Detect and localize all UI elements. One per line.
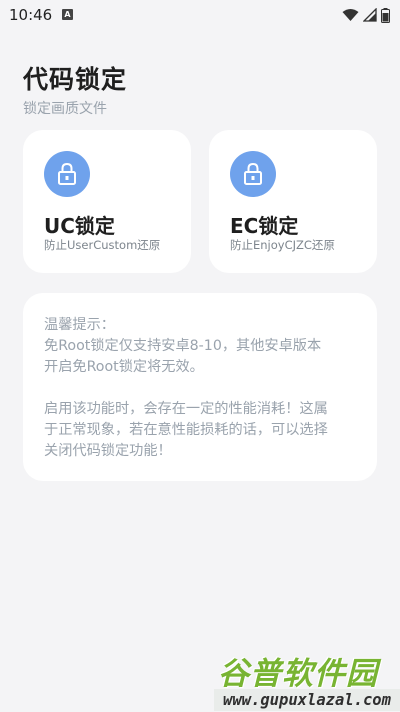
status-icons (342, 7, 390, 23)
ec-lock-title: EC锁定 (230, 214, 299, 238)
battery-icon (381, 7, 390, 23)
watermark-logo: 谷普软件园 www.gupuxlazal.com (214, 648, 400, 712)
uc-lock-title: UC锁定 (44, 214, 115, 238)
tips-text: 温馨提示： 免Root锁定仅支持安卓8-10，其他安卓版本 开启免Root锁定将… (44, 317, 328, 459)
a-letter-icon: A (62, 9, 73, 20)
page-subtitle: 锁定画质文件 (23, 101, 107, 117)
page-title: 代码锁定 (23, 65, 128, 94)
signal-icon (363, 8, 377, 22)
lock-icon (44, 151, 90, 197)
status-time: 10:46 (9, 6, 53, 24)
uc-lock-card[interactable]: UC锁定 防止UserCustom还原 (23, 130, 191, 273)
uc-lock-description: 防止UserCustom还原 (44, 238, 161, 252)
ec-lock-card[interactable]: EC锁定 防止EnjoyCJZC还原 (209, 130, 377, 273)
watermark-brand: 谷普软件园 (218, 656, 378, 692)
wifi-icon (342, 9, 359, 21)
ec-lock-description: 防止EnjoyCJZC还原 (230, 238, 335, 252)
status-bar: 10:46 A (0, 0, 400, 30)
watermark-url: www.gupuxlazal.com (214, 689, 400, 711)
tips-panel: 温馨提示： 免Root锁定仅支持安卓8-10，其他安卓版本 开启免Root锁定将… (23, 293, 377, 481)
lock-icon (230, 151, 276, 197)
